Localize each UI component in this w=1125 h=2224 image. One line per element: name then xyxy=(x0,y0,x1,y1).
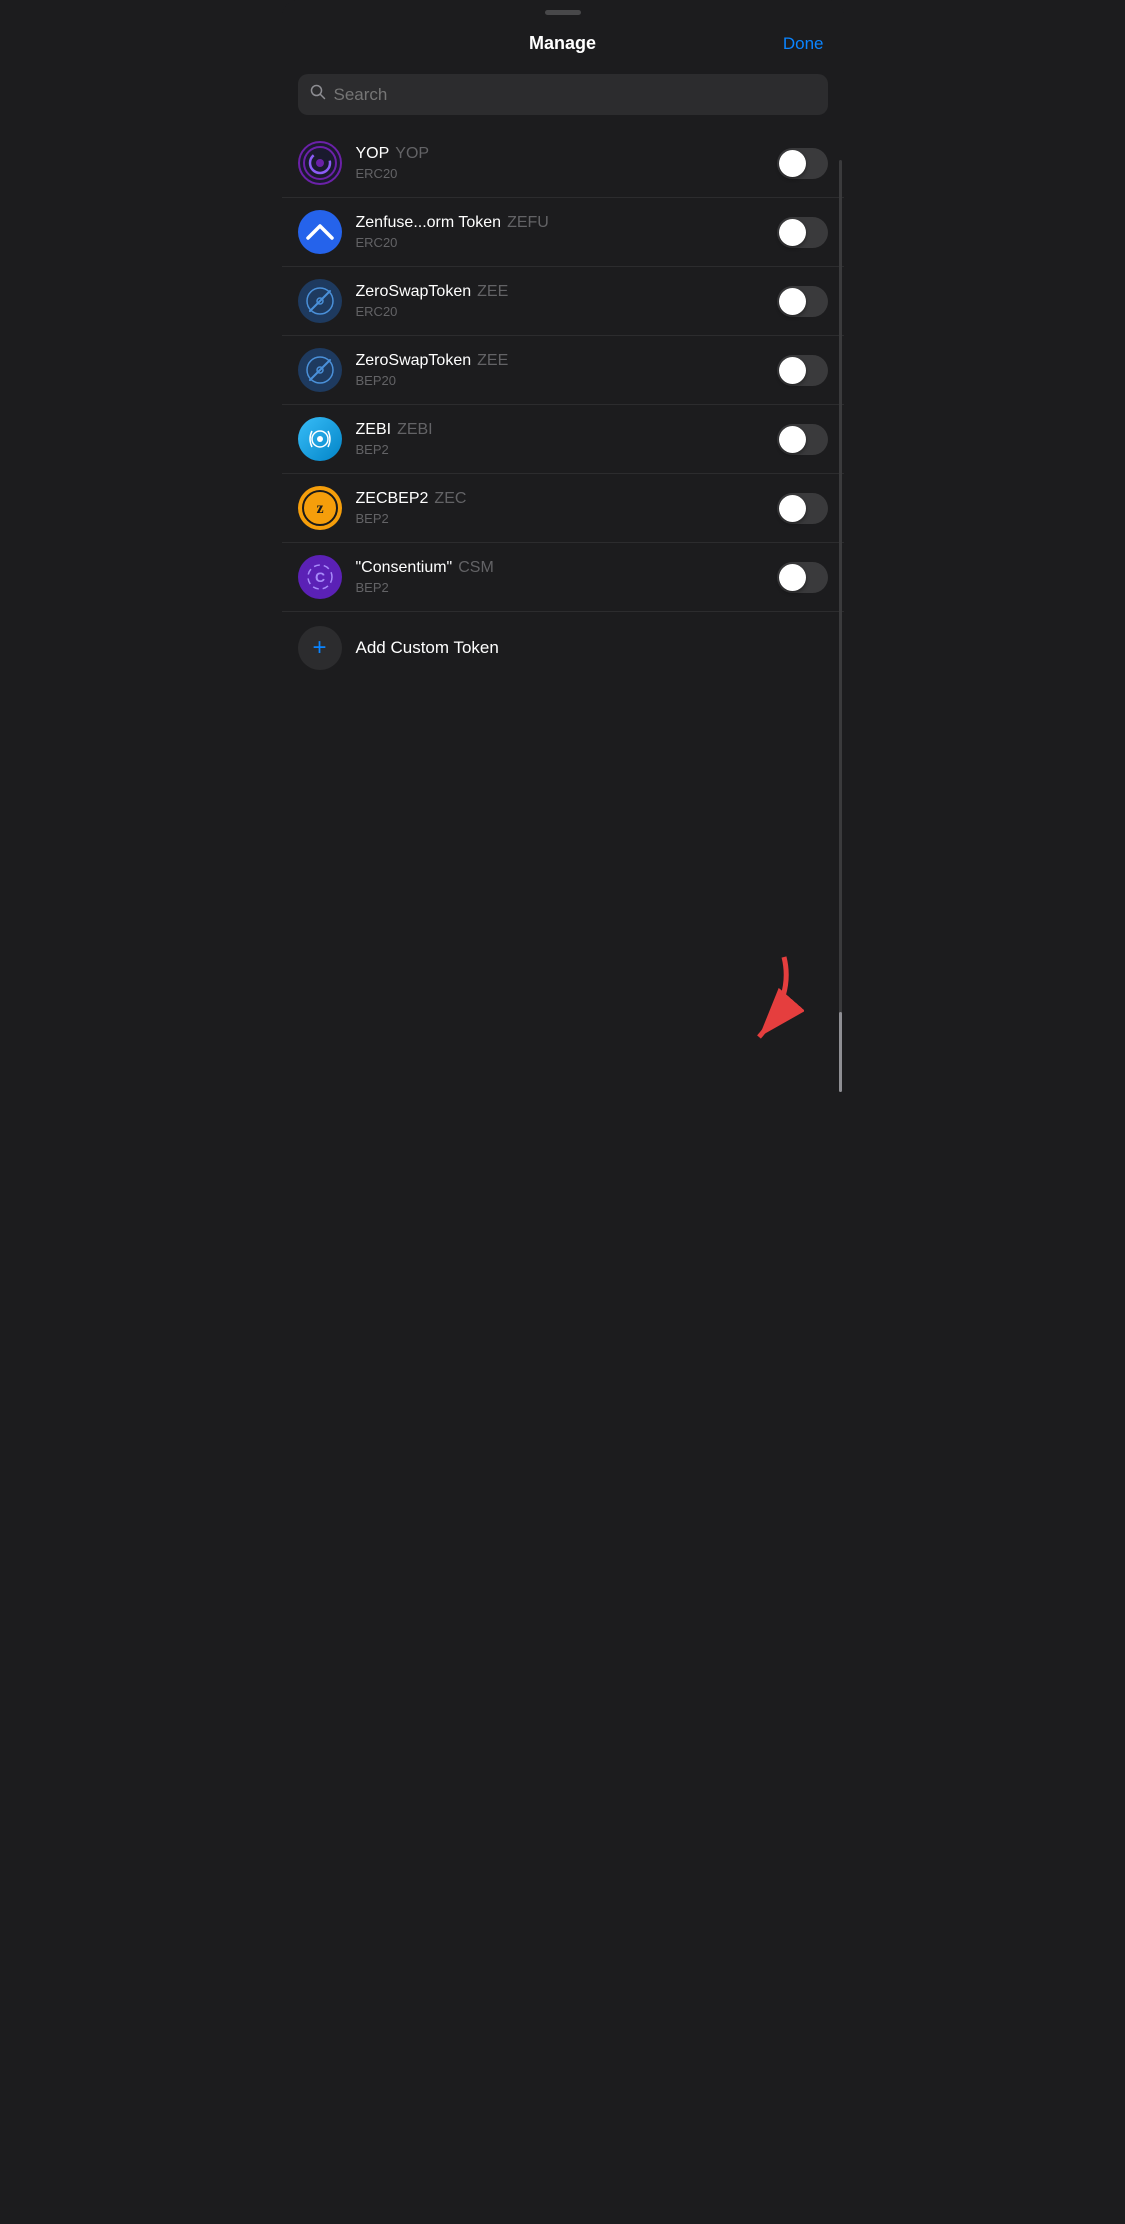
token-ticker-zec: ZEC xyxy=(434,490,466,508)
token-item-csm: C "Consentium" CSM BEP2 xyxy=(282,543,844,612)
toggle-knob-zefu xyxy=(779,219,806,246)
token-item-zefu: Zenfuse...orm Token ZEFU ERC20 xyxy=(282,198,844,267)
search-icon xyxy=(310,84,326,105)
header: Manage Done xyxy=(282,15,844,68)
token-network-zebi: BEP2 xyxy=(356,442,763,457)
scrollbar-track xyxy=(839,160,842,1092)
token-info-zebi: ZEBI ZEBI BEP2 xyxy=(356,421,763,457)
svg-text:C: C xyxy=(314,569,324,585)
toggle-zebi[interactable] xyxy=(777,424,828,455)
token-name-zec: ZECBEP2 xyxy=(356,490,429,508)
header-title: Manage xyxy=(529,33,596,54)
toggle-knob-zec xyxy=(779,495,806,522)
toggle-zec[interactable] xyxy=(777,493,828,524)
toggle-knob-csm xyxy=(779,564,806,591)
token-icon-csm: C xyxy=(298,555,342,599)
add-custom-token-item[interactable]: + Add Custom Token xyxy=(282,612,844,684)
token-item-zee-bep20: ZeroSwapToken ZEE BEP20 xyxy=(282,336,844,405)
token-network-csm: BEP2 xyxy=(356,580,763,595)
token-name-zebi: ZEBI xyxy=(356,421,392,439)
plus-icon: + xyxy=(312,636,326,660)
token-icon-yop xyxy=(298,141,342,185)
token-network-zec: BEP2 xyxy=(356,511,763,526)
search-container xyxy=(282,68,844,129)
token-icon-zefu xyxy=(298,210,342,254)
token-name-row-zee-bep20: ZeroSwapToken ZEE xyxy=(356,352,763,370)
token-ticker-yop: YOP xyxy=(395,145,429,163)
toggle-knob-yop xyxy=(779,150,806,177)
token-info-csm: "Consentium" CSM BEP2 xyxy=(356,559,763,595)
token-icon-zee-erc20 xyxy=(298,279,342,323)
token-item-yop: YOP YOP ERC20 xyxy=(282,129,844,198)
token-icon-zee-bep20 xyxy=(298,348,342,392)
token-icon-zec: z xyxy=(298,486,342,530)
token-network-zefu: ERC20 xyxy=(356,235,763,250)
toggle-zee-erc20[interactable] xyxy=(777,286,828,317)
token-list: YOP YOP ERC20 Zenfuse...orm Token ZEFU xyxy=(282,129,844,684)
token-name-row-zee-erc20: ZeroSwapToken ZEE xyxy=(356,283,763,301)
toggle-knob-zee-erc20 xyxy=(779,288,806,315)
token-name-row-zec: ZECBEP2 ZEC xyxy=(356,490,763,508)
toggle-csm[interactable] xyxy=(777,562,828,593)
token-name-row-zefu: Zenfuse...orm Token ZEFU xyxy=(356,214,763,232)
token-name-row-zebi: ZEBI ZEBI xyxy=(356,421,763,439)
svg-text:z: z xyxy=(316,500,323,517)
token-item-zec: z ZECBEP2 ZEC BEP2 xyxy=(282,474,844,543)
token-info-yop: YOP YOP ERC20 xyxy=(356,145,763,181)
token-network-zee-bep20: BEP20 xyxy=(356,373,763,388)
add-custom-icon: + xyxy=(298,626,342,670)
token-name-zee-erc20: ZeroSwapToken xyxy=(356,283,472,301)
token-network-yop: ERC20 xyxy=(356,166,763,181)
token-name-csm: "Consentium" xyxy=(356,559,453,577)
search-input[interactable] xyxy=(334,85,816,105)
token-ticker-zee-bep20: ZEE xyxy=(477,352,508,370)
token-item-zee-erc20: ZeroSwapToken ZEE ERC20 xyxy=(282,267,844,336)
token-ticker-zee-erc20: ZEE xyxy=(477,283,508,301)
token-info-zee-bep20: ZeroSwapToken ZEE BEP20 xyxy=(356,352,763,388)
token-info-zec: ZECBEP2 ZEC BEP2 xyxy=(356,490,763,526)
search-bar[interactable] xyxy=(298,74,828,115)
token-network-zee-erc20: ERC20 xyxy=(356,304,763,319)
toggle-zefu[interactable] xyxy=(777,217,828,248)
add-custom-label: Add Custom Token xyxy=(356,638,499,658)
token-info-zee-erc20: ZeroSwapToken ZEE ERC20 xyxy=(356,283,763,319)
toggle-knob-zebi xyxy=(779,426,806,453)
token-name-row-csm: "Consentium" CSM xyxy=(356,559,763,577)
scrollbar-thumb[interactable] xyxy=(839,1012,842,1092)
token-name-zefu: Zenfuse...orm Token xyxy=(356,214,502,232)
token-name-yop: YOP xyxy=(356,145,390,163)
token-ticker-zebi: ZEBI xyxy=(397,421,433,439)
toggle-zee-bep20[interactable] xyxy=(777,355,828,386)
modal-container: Manage Done xyxy=(282,0,844,1112)
token-info-zefu: Zenfuse...orm Token ZEFU ERC20 xyxy=(356,214,763,250)
toggle-yop[interactable] xyxy=(777,148,828,179)
done-button[interactable]: Done xyxy=(783,34,824,54)
token-name-zee-bep20: ZeroSwapToken xyxy=(356,352,472,370)
token-ticker-csm: CSM xyxy=(458,559,494,577)
token-icon-zebi xyxy=(298,417,342,461)
token-ticker-zefu: ZEFU xyxy=(507,214,549,232)
toggle-knob-zee-bep20 xyxy=(779,357,806,384)
token-name-row-yop: YOP YOP xyxy=(356,145,763,163)
red-arrow-annotation xyxy=(704,947,804,1072)
token-item-zebi: ZEBI ZEBI BEP2 xyxy=(282,405,844,474)
